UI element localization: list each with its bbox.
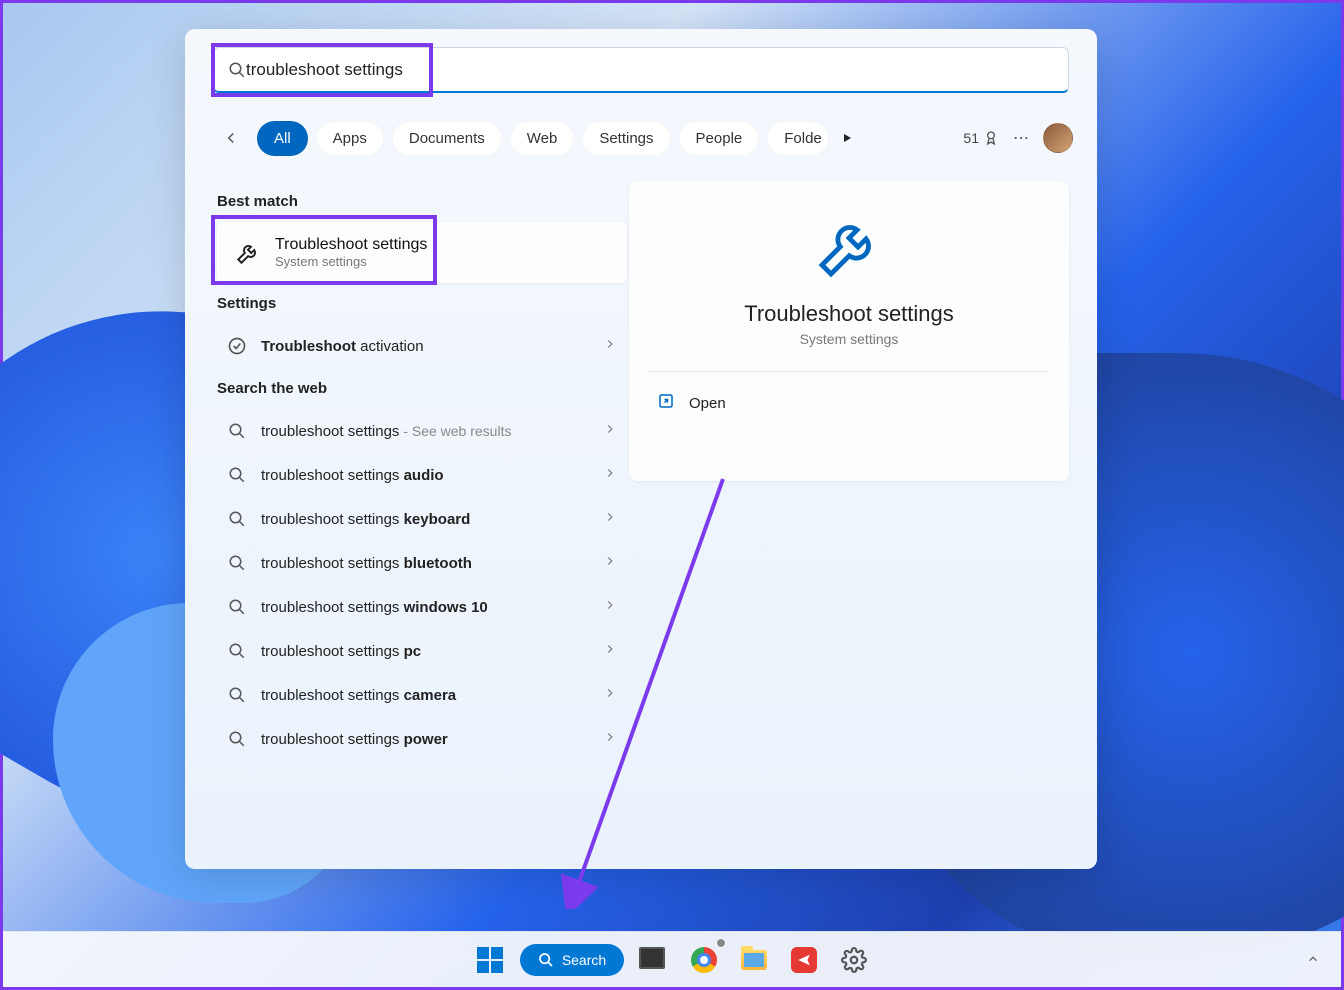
section-best-match: Best match [217,193,627,210]
web-result[interactable]: troubleshoot settings audio [217,453,627,497]
chevron-right-icon [603,422,617,440]
web-result-text: troubleshoot settings power [261,731,589,748]
web-result[interactable]: troubleshoot settings camera [217,673,627,717]
search-icon [228,61,246,79]
filter-documents[interactable]: Documents [392,121,502,156]
section-settings: Settings [217,295,627,312]
web-result[interactable]: troubleshoot settings windows 10 [217,585,627,629]
filter-settings[interactable]: Settings [582,121,670,156]
windows-search-panel: All Apps Documents Web Settings People F… [185,29,1097,869]
taskbar: Search [3,931,1341,987]
open-button[interactable]: Open [653,380,1045,426]
search-icon [227,509,247,529]
section-web: Search the web [217,380,627,397]
web-result-text: troubleshoot settings keyboard [261,511,589,528]
chevron-right-icon [603,337,617,355]
web-result-text: troubleshoot settings audio [261,467,589,484]
gear-icon [841,947,867,973]
web-result[interactable]: troubleshoot settings power [217,717,627,761]
search-icon [227,553,247,573]
filter-scroll-right[interactable] [837,132,857,144]
chevron-right-icon [603,730,617,748]
back-button[interactable] [217,124,245,152]
detail-wrench-icon [813,211,885,283]
web-result[interactable]: troubleshoot settings keyboard [217,497,627,541]
web-result[interactable]: troubleshoot settings bluetooth [217,541,627,585]
arrow-left-icon [222,129,240,147]
medal-icon [983,130,999,146]
detail-subtitle: System settings [653,331,1045,347]
best-match-title: Troubleshoot settings [275,236,609,254]
chevron-up-icon [1306,952,1320,966]
taskbar-search-label: Search [562,952,606,968]
filter-folders[interactable]: Folde [767,121,829,156]
chevron-right-icon [603,642,617,660]
system-tray [1299,931,1327,987]
best-match-result[interactable]: Troubleshoot settings System settings [217,222,627,283]
search-icon [227,421,247,441]
explorer-button[interactable] [734,940,774,980]
search-icon [227,685,247,705]
search-box[interactable] [213,47,1069,93]
profile-badge-icon [716,938,726,948]
chevron-right-icon [603,598,617,616]
web-result[interactable]: troubleshoot settings - See web results [217,409,627,453]
chevron-right-icon [603,554,617,572]
chevron-right-icon [603,686,617,704]
settings-button[interactable] [834,940,874,980]
task-view-icon [643,951,665,969]
play-icon [841,132,853,144]
chrome-button[interactable] [684,940,724,980]
open-label: Open [689,395,726,412]
send-icon [791,947,817,973]
filter-web[interactable]: Web [510,121,575,156]
user-avatar[interactable] [1043,123,1073,153]
start-button[interactable] [470,940,510,980]
chevron-right-icon [603,510,617,528]
chrome-icon [691,947,717,973]
results-column: Best match Troubleshoot settings System … [217,181,627,761]
web-result-text: troubleshoot settings pc [261,643,589,660]
rewards-count: 51 [963,130,979,146]
more-options[interactable]: ⋯ [1007,128,1035,148]
check-circle-icon [227,336,247,356]
search-box-container [213,47,1069,93]
web-result-text: troubleshoot settings - See web results [261,423,589,440]
settings-result[interactable]: Troubleshoot activation [217,324,627,368]
web-result[interactable]: troubleshoot settings pc [217,629,627,673]
filter-people[interactable]: People [679,121,760,156]
rewards-button[interactable]: 51 [963,130,999,146]
search-input[interactable] [246,60,1054,80]
filter-row: All Apps Documents Web Settings People F… [217,117,1073,159]
best-match-subtitle: System settings [275,254,609,269]
windows-icon [477,947,503,973]
chevron-right-icon [603,466,617,484]
settings-result-text: Troubleshoot activation [261,338,589,355]
app-button[interactable] [784,940,824,980]
tray-overflow[interactable] [1299,945,1327,973]
search-icon [538,952,554,968]
web-result-text: troubleshoot settings windows 10 [261,599,589,616]
web-result-text: troubleshoot settings camera [261,687,589,704]
wrench-icon [235,240,261,266]
search-icon [227,729,247,749]
search-icon [227,465,247,485]
open-icon [657,392,675,414]
web-result-text: troubleshoot settings bluetooth [261,555,589,572]
search-icon [227,641,247,661]
detail-pane: Troubleshoot settings System settings Op… [629,181,1069,481]
filter-all[interactable]: All [257,121,308,156]
folder-icon [741,950,767,970]
divider [649,371,1049,372]
task-view-button[interactable] [634,940,674,980]
filter-apps[interactable]: Apps [316,121,384,156]
search-icon [227,597,247,617]
taskbar-search-button[interactable]: Search [520,944,624,976]
detail-title: Troubleshoot settings [653,301,1045,327]
